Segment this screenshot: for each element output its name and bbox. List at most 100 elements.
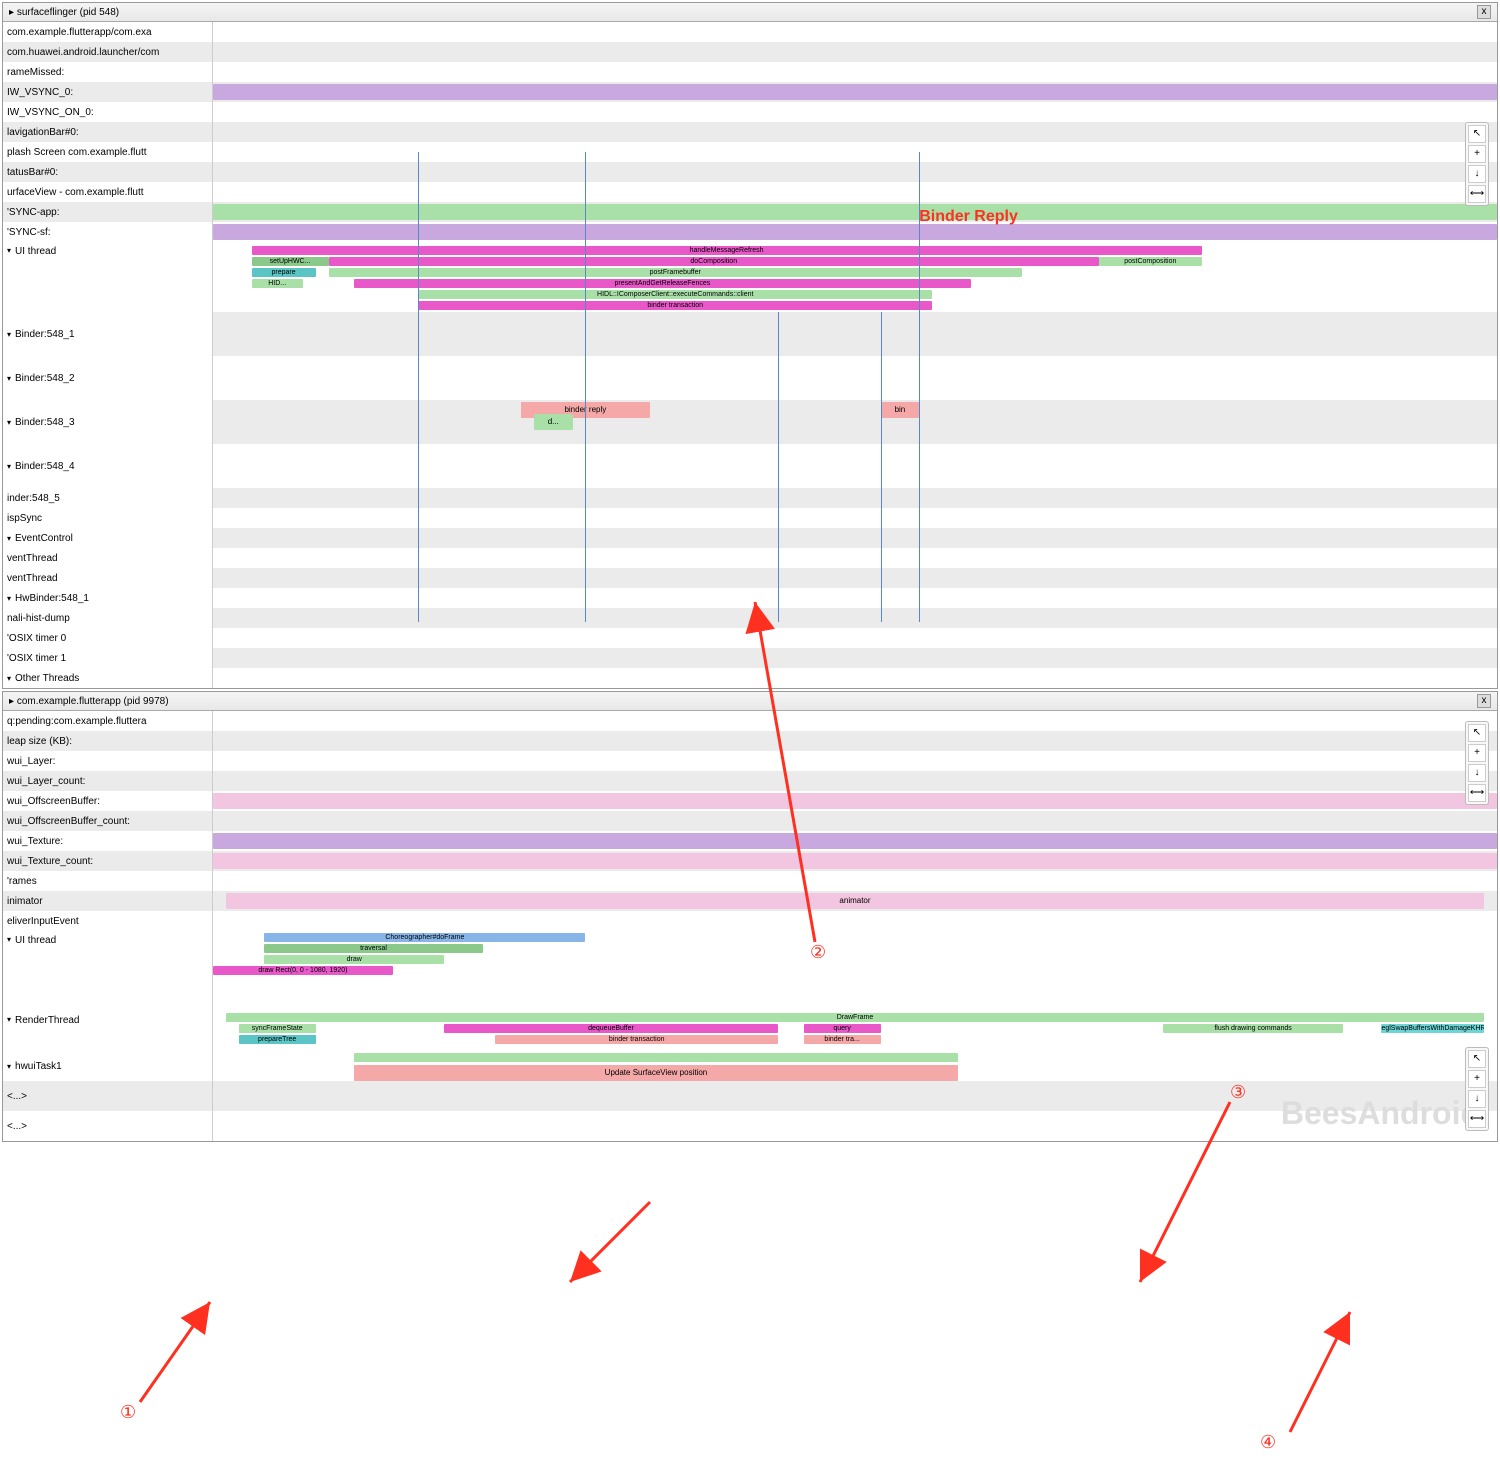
sidebar-row[interactable]: inimator <box>3 891 212 911</box>
sidebar-row[interactable]: 'OSIX timer 1 <box>3 648 212 668</box>
hwui-bar-bg[interactable] <box>354 1053 957 1062</box>
sidebar-row[interactable]: ▾Other Threads <box>3 668 212 688</box>
track[interactable] <box>213 831 1497 851</box>
trace-bar[interactable]: animator <box>226 893 1484 909</box>
track[interactable] <box>213 791 1497 811</box>
track[interactable] <box>213 528 1497 548</box>
trace-bar[interactable]: dequeueBuffer <box>444 1024 778 1033</box>
trace-bar[interactable]: syncFrameState <box>239 1024 316 1033</box>
track[interactable] <box>213 202 1497 222</box>
trace-bar[interactable]: binder transaction <box>495 1035 777 1044</box>
sidebar-row[interactable]: wui_Layer_count: <box>3 771 212 791</box>
track[interactable] <box>213 62 1497 82</box>
sidebar-row[interactable]: tatusBar#0: <box>3 162 212 182</box>
sidebar-row[interactable]: wui_Texture: <box>3 831 212 851</box>
trace-bar[interactable]: postComposition <box>1099 257 1202 266</box>
trace-bar[interactable]: HID... <box>252 279 303 288</box>
sidebar-row[interactable]: 'OSIX timer 0 <box>3 628 212 648</box>
track[interactable] <box>213 22 1497 42</box>
track[interactable] <box>213 851 1497 871</box>
sidebar-row[interactable]: ▾Binder:548_1 <box>3 312 212 356</box>
track[interactable] <box>213 312 1497 356</box>
trace-bar[interactable]: query <box>804 1024 881 1033</box>
render-thread-track[interactable]: DrawFramesyncFrameStatedequeueBufferquer… <box>213 1011 1497 1051</box>
dots-row-2[interactable]: <...> <box>3 1111 212 1141</box>
sidebar-row[interactable]: ▾Binder:548_4 <box>3 444 212 488</box>
sidebar-row[interactable]: ▾Binder:548_2 <box>3 356 212 400</box>
trace-bar[interactable]: Update SurfaceView position <box>354 1065 957 1081</box>
sidebar-row[interactable]: 'SYNC-sf: <box>3 222 212 242</box>
sidebar-row[interactable]: wui_Layer: <box>3 751 212 771</box>
track[interactable] <box>213 162 1497 182</box>
cursor-tool[interactable]: ↖ <box>1468 1050 1486 1068</box>
track[interactable] <box>213 731 1497 751</box>
sidebar-row[interactable]: wui_OffscreenBuffer_count: <box>3 811 212 831</box>
track[interactable] <box>213 102 1497 122</box>
track[interactable] <box>213 568 1497 588</box>
trace-bar[interactable]: handleMessageRefresh <box>252 246 1202 255</box>
track[interactable]: binder replybind... <box>213 400 1497 444</box>
sidebar-row[interactable]: ispSync <box>3 508 212 528</box>
sidebar-row[interactable]: 'SYNC-app: <box>3 202 212 222</box>
zoom-in-tool[interactable]: + <box>1468 744 1486 762</box>
track[interactable] <box>213 771 1497 791</box>
sidebar-row[interactable]: ▾HwBinder:548_1 <box>3 588 212 608</box>
ui-thread-track[interactable]: handleMessageRefresh setUpHWC...doComposi… <box>213 242 1497 312</box>
cursor-tool[interactable]: ↖ <box>1468 125 1486 143</box>
track[interactable] <box>213 871 1497 891</box>
sidebar-row[interactable]: urfaceView - com.example.flutt <box>3 182 212 202</box>
ui-thread-row-2[interactable]: ▾UI thread <box>3 931 212 981</box>
trace-bar[interactable]: setUpHWC... <box>252 257 329 266</box>
track[interactable] <box>213 811 1497 831</box>
track[interactable] <box>213 444 1497 488</box>
trace-bar[interactable]: binder tra... <box>804 1035 881 1044</box>
track[interactable] <box>213 42 1497 62</box>
sidebar-row[interactable]: eliverInputEvent <box>3 911 212 931</box>
cursor-tool[interactable]: ↖ <box>1468 724 1486 742</box>
trace-bar[interactable]: draw Rect(0, 0 - 1080, 1920) <box>213 966 393 975</box>
track[interactable] <box>213 508 1497 528</box>
trace-bar[interactable]: draw <box>264 955 444 964</box>
sidebar-row[interactable]: wui_OffscreenBuffer: <box>3 791 212 811</box>
trace-bar[interactable]: Choreographer#doFrame <box>264 933 585 942</box>
hwui-track[interactable]: Update SurfaceView position <box>213 1051 1497 1081</box>
sidebar-row[interactable]: ▾Binder:548_3 <box>3 400 212 444</box>
trace-bar[interactable]: doComposition <box>329 257 1099 266</box>
pan-tool[interactable]: ↓ <box>1468 764 1486 782</box>
track[interactable] <box>213 488 1497 508</box>
ui-thread-track-2[interactable]: Choreographer#doFrame traversal draw draw R… <box>213 931 1497 981</box>
track[interactable] <box>213 356 1497 400</box>
dots-row[interactable]: <...> <box>3 1081 212 1111</box>
zoom-in-tool[interactable]: + <box>1468 1070 1486 1088</box>
zoom-in-tool[interactable]: + <box>1468 145 1486 163</box>
track[interactable] <box>213 751 1497 771</box>
panel-header-2[interactable]: ▸ com.example.flutterapp (pid 9978) x <box>3 692 1497 711</box>
pan-tool[interactable]: ↓ <box>1468 165 1486 183</box>
sidebar-row[interactable]: com.huawei.android.launcher/com <box>3 42 212 62</box>
track[interactable] <box>213 548 1497 568</box>
timeline-2[interactable]: animator Choreographer#doFrame traversal d… <box>213 711 1497 1141</box>
sidebar-row[interactable]: rameMissed: <box>3 62 212 82</box>
ui-thread-row[interactable]: ▾UI thread <box>3 242 212 312</box>
sidebar-row[interactable]: lavigationBar#0: <box>3 122 212 142</box>
sidebar-row[interactable]: leap size (KB): <box>3 731 212 751</box>
track[interactable] <box>213 648 1497 668</box>
trace-bar[interactable]: presentAndGetReleaseFences <box>354 279 970 288</box>
track[interactable] <box>213 608 1497 628</box>
sidebar-row[interactable]: 'rames <box>3 871 212 891</box>
track[interactable] <box>213 628 1497 648</box>
sidebar-row[interactable]: wui_Texture_count: <box>3 851 212 871</box>
panel-header-1[interactable]: ▸ surfaceflinger (pid 548) x <box>3 3 1497 22</box>
track[interactable]: animator <box>213 891 1497 911</box>
sidebar-row[interactable]: plash Screen com.example.flutt <box>3 142 212 162</box>
sidebar-row[interactable]: IW_VSYNC_0: <box>3 82 212 102</box>
trace-bar[interactable]: binder transaction <box>418 301 932 310</box>
close-button-1[interactable]: x <box>1477 5 1491 19</box>
fit-tool[interactable]: ⟷ <box>1468 784 1486 802</box>
sidebar-row[interactable]: ventThread <box>3 548 212 568</box>
fit-tool[interactable]: ⟷ <box>1468 185 1486 203</box>
trace-bar[interactable]: prepare <box>252 268 316 277</box>
track[interactable] <box>213 222 1497 242</box>
trace-bar[interactable]: traversal <box>264 944 482 953</box>
sidebar-row[interactable]: ventThread <box>3 568 212 588</box>
